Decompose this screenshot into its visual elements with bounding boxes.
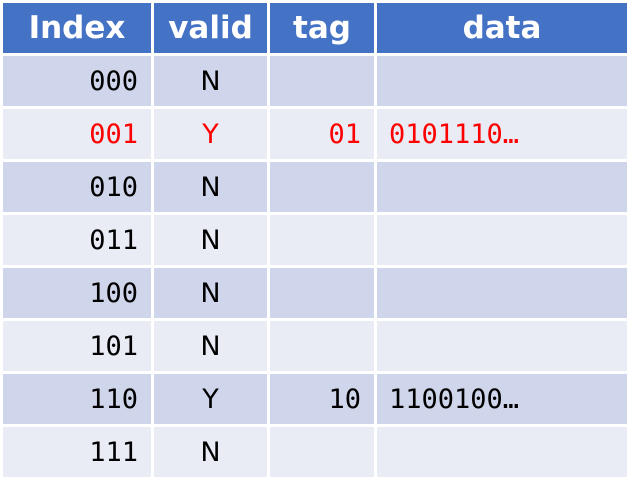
table-row: 000 N (3, 56, 627, 106)
valid-cell: N (154, 56, 267, 106)
header-row: Index valid tag data (3, 3, 627, 53)
valid-cell: N (154, 321, 267, 371)
data-cell (377, 321, 627, 371)
index-cell: 011 (3, 215, 151, 265)
data-cell: 0101110… (377, 109, 627, 159)
valid-cell: N (154, 162, 267, 212)
tag-cell (270, 268, 374, 318)
table-row: 010 N (3, 162, 627, 212)
table-row: 111 N (3, 427, 627, 477)
tag-cell (270, 215, 374, 265)
index-cell: 111 (3, 427, 151, 477)
valid-cell: N (154, 427, 267, 477)
index-cell: 001 (3, 109, 151, 159)
header-valid: valid (154, 3, 267, 53)
header-tag: tag (270, 3, 374, 53)
header-data: data (377, 3, 627, 53)
data-cell: 1100100… (377, 374, 627, 424)
tag-cell: 01 (270, 109, 374, 159)
cache-table: Index valid tag data 000 N 001 Y 01 0101… (0, 0, 630, 480)
index-cell: 010 (3, 162, 151, 212)
table-row: 100 N (3, 268, 627, 318)
tag-cell (270, 321, 374, 371)
index-cell: 100 (3, 268, 151, 318)
data-cell (377, 268, 627, 318)
table-row-highlighted: 001 Y 01 0101110… (3, 109, 627, 159)
index-cell: 101 (3, 321, 151, 371)
index-cell: 110 (3, 374, 151, 424)
table-row: 101 N (3, 321, 627, 371)
header-index: Index (3, 3, 151, 53)
valid-cell: Y (154, 109, 267, 159)
data-cell (377, 427, 627, 477)
data-cell (377, 56, 627, 106)
table-row: 011 N (3, 215, 627, 265)
index-cell: 000 (3, 56, 151, 106)
valid-cell: N (154, 268, 267, 318)
valid-cell: Y (154, 374, 267, 424)
valid-cell: N (154, 215, 267, 265)
tag-cell (270, 427, 374, 477)
tag-cell (270, 162, 374, 212)
table-row: 110 Y 10 1100100… (3, 374, 627, 424)
tag-cell: 10 (270, 374, 374, 424)
tag-cell (270, 56, 374, 106)
data-cell (377, 162, 627, 212)
data-cell (377, 215, 627, 265)
